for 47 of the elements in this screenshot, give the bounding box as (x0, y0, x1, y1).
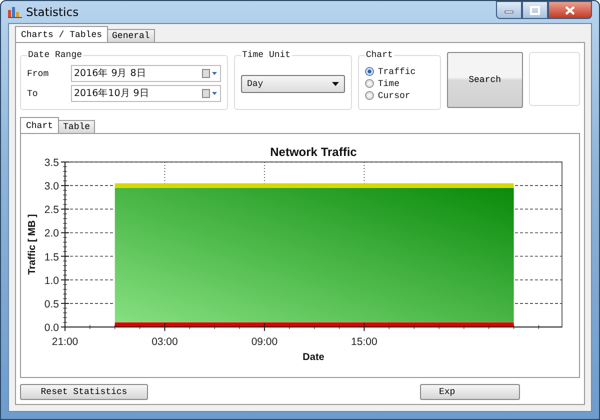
bar-chart-icon (8, 6, 22, 18)
date-field[interactable]: 2016年10月 9日 (71, 85, 221, 102)
chart-title: Network Traffic (270, 145, 357, 159)
x-axis-title: Date (302, 352, 324, 363)
action-button[interactable]: Exp (420, 384, 520, 400)
radio-label: Traffic (378, 66, 416, 76)
field-label: From (27, 68, 50, 78)
empty-box (528, 52, 580, 106)
group-title: Time Unit (240, 50, 292, 60)
maximize-icon (530, 6, 540, 14)
caret-icon (332, 82, 339, 86)
y-tick-label: 3.0 (44, 180, 59, 193)
tab[interactable]: General (107, 29, 155, 42)
radio-button[interactable] (364, 79, 374, 88)
field-label: To (27, 88, 39, 98)
group-title: Chart (364, 50, 394, 60)
x-tick-label: 09:00 (251, 336, 278, 348)
y-tick-label: 2.5 (44, 204, 59, 216)
radio-button[interactable] (364, 91, 374, 100)
y-tick-label: 1.5 (44, 251, 59, 264)
calendar-icon (202, 69, 218, 78)
maximize-button[interactable] (522, 1, 548, 19)
window-title: Statistics (26, 5, 79, 19)
y-tick-label: 0.0 (44, 322, 59, 334)
search-button[interactable]: Search (447, 52, 523, 108)
x-tick-label: 21:00 (52, 336, 78, 348)
tab[interactable]: Chart (20, 117, 60, 133)
radio-label: Time (378, 78, 400, 88)
close-icon (565, 6, 575, 14)
group-title: Date Range (27, 50, 84, 60)
close-button[interactable] (548, 1, 592, 19)
y-tick-label: 3.5 (44, 157, 59, 169)
minimize-button[interactable] (496, 1, 522, 19)
x-tick-label: 03:00 (152, 336, 178, 348)
date-field[interactable]: 2016年 9月 8日 (71, 65, 221, 82)
x-tick-label: 15:00 (351, 336, 378, 348)
dropdown[interactable]: Day (240, 74, 345, 92)
y-axis-title: Traffic [ MB ] (27, 214, 38, 275)
radio-label: Cursor (378, 90, 410, 100)
tab[interactable]: Charts / Tables (15, 26, 108, 42)
y-tick-label: 1.0 (44, 274, 59, 287)
radio-button[interactable] (364, 67, 374, 76)
y-tick-label: 2.0 (44, 228, 59, 240)
y-tick-label: 0.5 (44, 298, 59, 310)
tab[interactable]: Table (58, 120, 96, 133)
calendar-icon (202, 89, 218, 98)
action-button[interactable]: Reset Statistics (20, 384, 148, 400)
